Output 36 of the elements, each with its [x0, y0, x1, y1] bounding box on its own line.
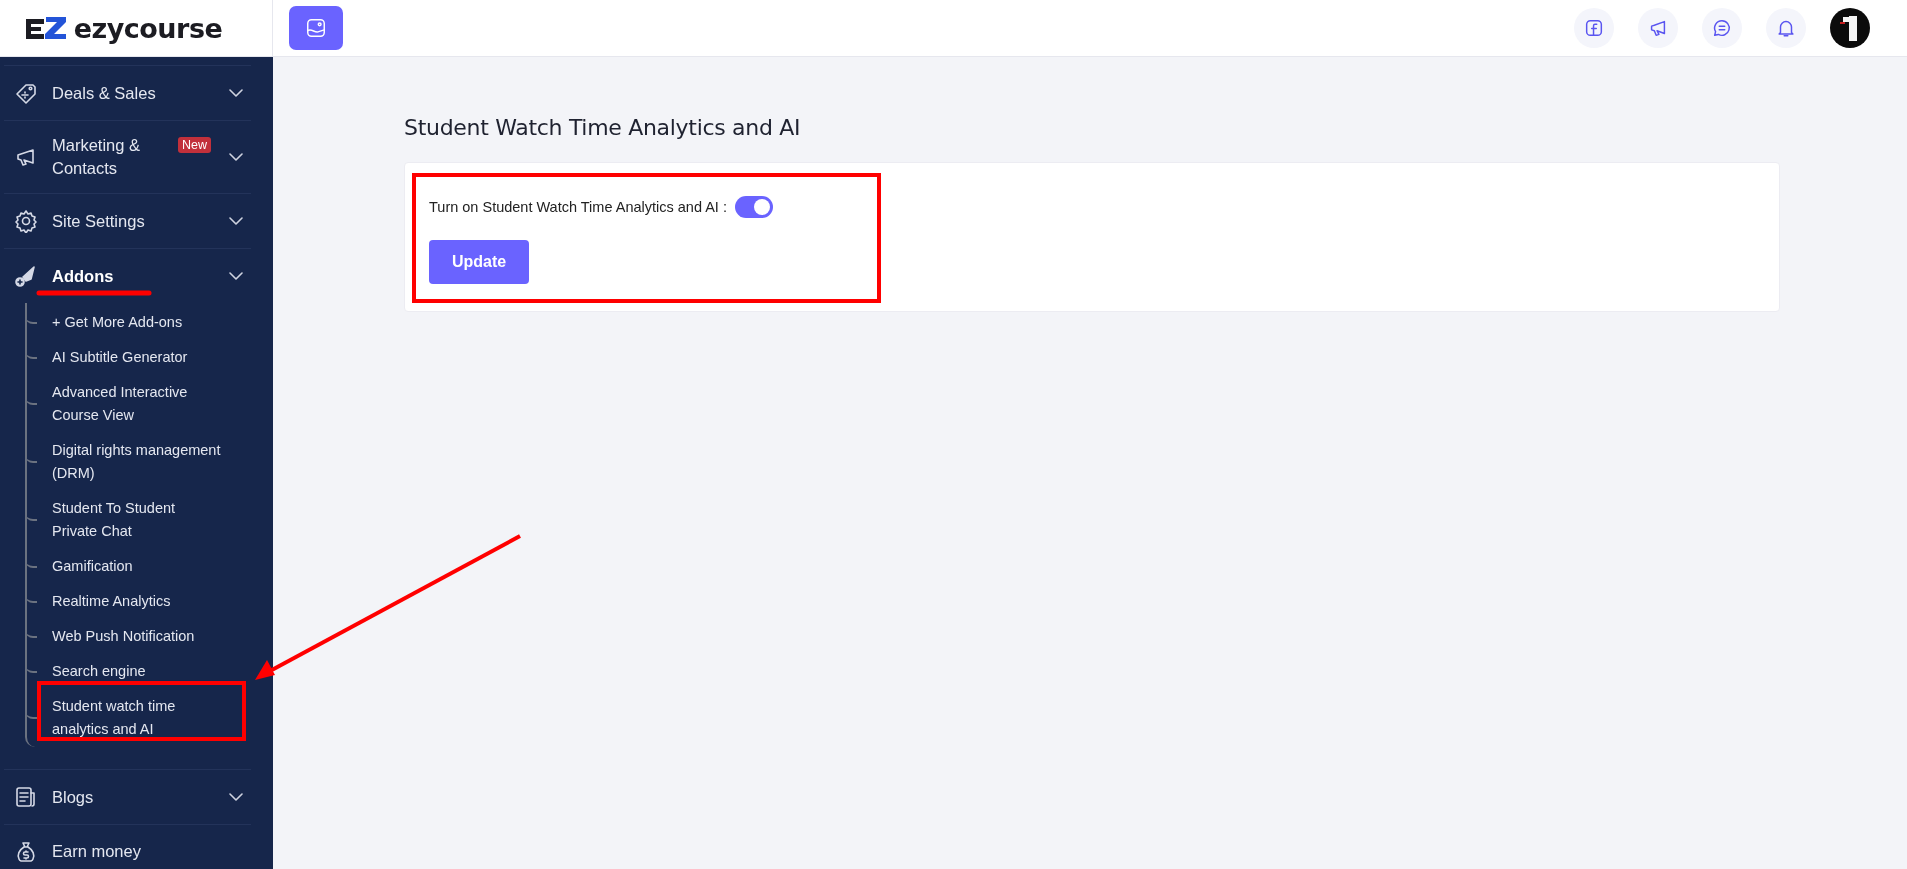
- image-icon: [305, 17, 327, 39]
- tag-icon: [14, 81, 38, 105]
- sidebar-item[interactable]: Deals & Sales: [4, 65, 251, 120]
- submenu-item[interactable]: Search engine: [52, 660, 222, 683]
- submenu-item[interactable]: Student watch time analytics and AI: [52, 695, 222, 741]
- sidebar-item[interactable]: Earn money: [4, 824, 251, 869]
- submenu-item[interactable]: Advanced Interactive Course View: [52, 381, 222, 427]
- update-button[interactable]: Update: [429, 240, 529, 284]
- sidebar-item[interactable]: Site Settings: [4, 193, 251, 248]
- facebook-icon: [1583, 17, 1605, 39]
- submenu-item[interactable]: Web Push Notification: [52, 625, 222, 648]
- sidebar-item[interactable]: Blogs: [4, 769, 251, 824]
- submenu-item[interactable]: AI Subtitle Generator: [52, 346, 222, 369]
- submenu-item[interactable]: Student To Student Private Chat: [52, 497, 222, 543]
- submenu-item[interactable]: Realtime Analytics: [52, 590, 222, 613]
- submenu-item[interactable]: Digital rights management (DRM): [52, 439, 222, 485]
- sidebar-item[interactable]: Addons: [4, 248, 251, 303]
- logo-icon: [25, 16, 68, 40]
- facebook-button[interactable]: [1574, 8, 1614, 48]
- chat-icon: [1711, 17, 1733, 39]
- image-button[interactable]: [289, 6, 343, 50]
- avatar-icon[interactable]: [1830, 8, 1870, 48]
- page-title: Student Watch Time Analytics and AI: [404, 115, 802, 140]
- toggle-switch[interactable]: [734, 196, 773, 218]
- chat-button[interactable]: [1702, 8, 1742, 48]
- sidebar-item[interactable]: Marketing & Contacts New: [4, 120, 251, 193]
- bell-button[interactable]: [1766, 8, 1806, 48]
- submenu-item[interactable]: + Get More Add-ons: [52, 311, 222, 334]
- megaphone-button[interactable]: [1638, 8, 1678, 48]
- gear-icon: [14, 209, 38, 233]
- document-icon: [14, 785, 38, 809]
- new-badge: New: [178, 137, 211, 153]
- brand-name: ezycourse: [73, 12, 223, 44]
- rocket-icon: [14, 264, 38, 288]
- submenu-item[interactable]: Gamification: [52, 555, 222, 578]
- toggle-label: Turn on Student Watch Time Analytics and AI :: [429, 199, 727, 215]
